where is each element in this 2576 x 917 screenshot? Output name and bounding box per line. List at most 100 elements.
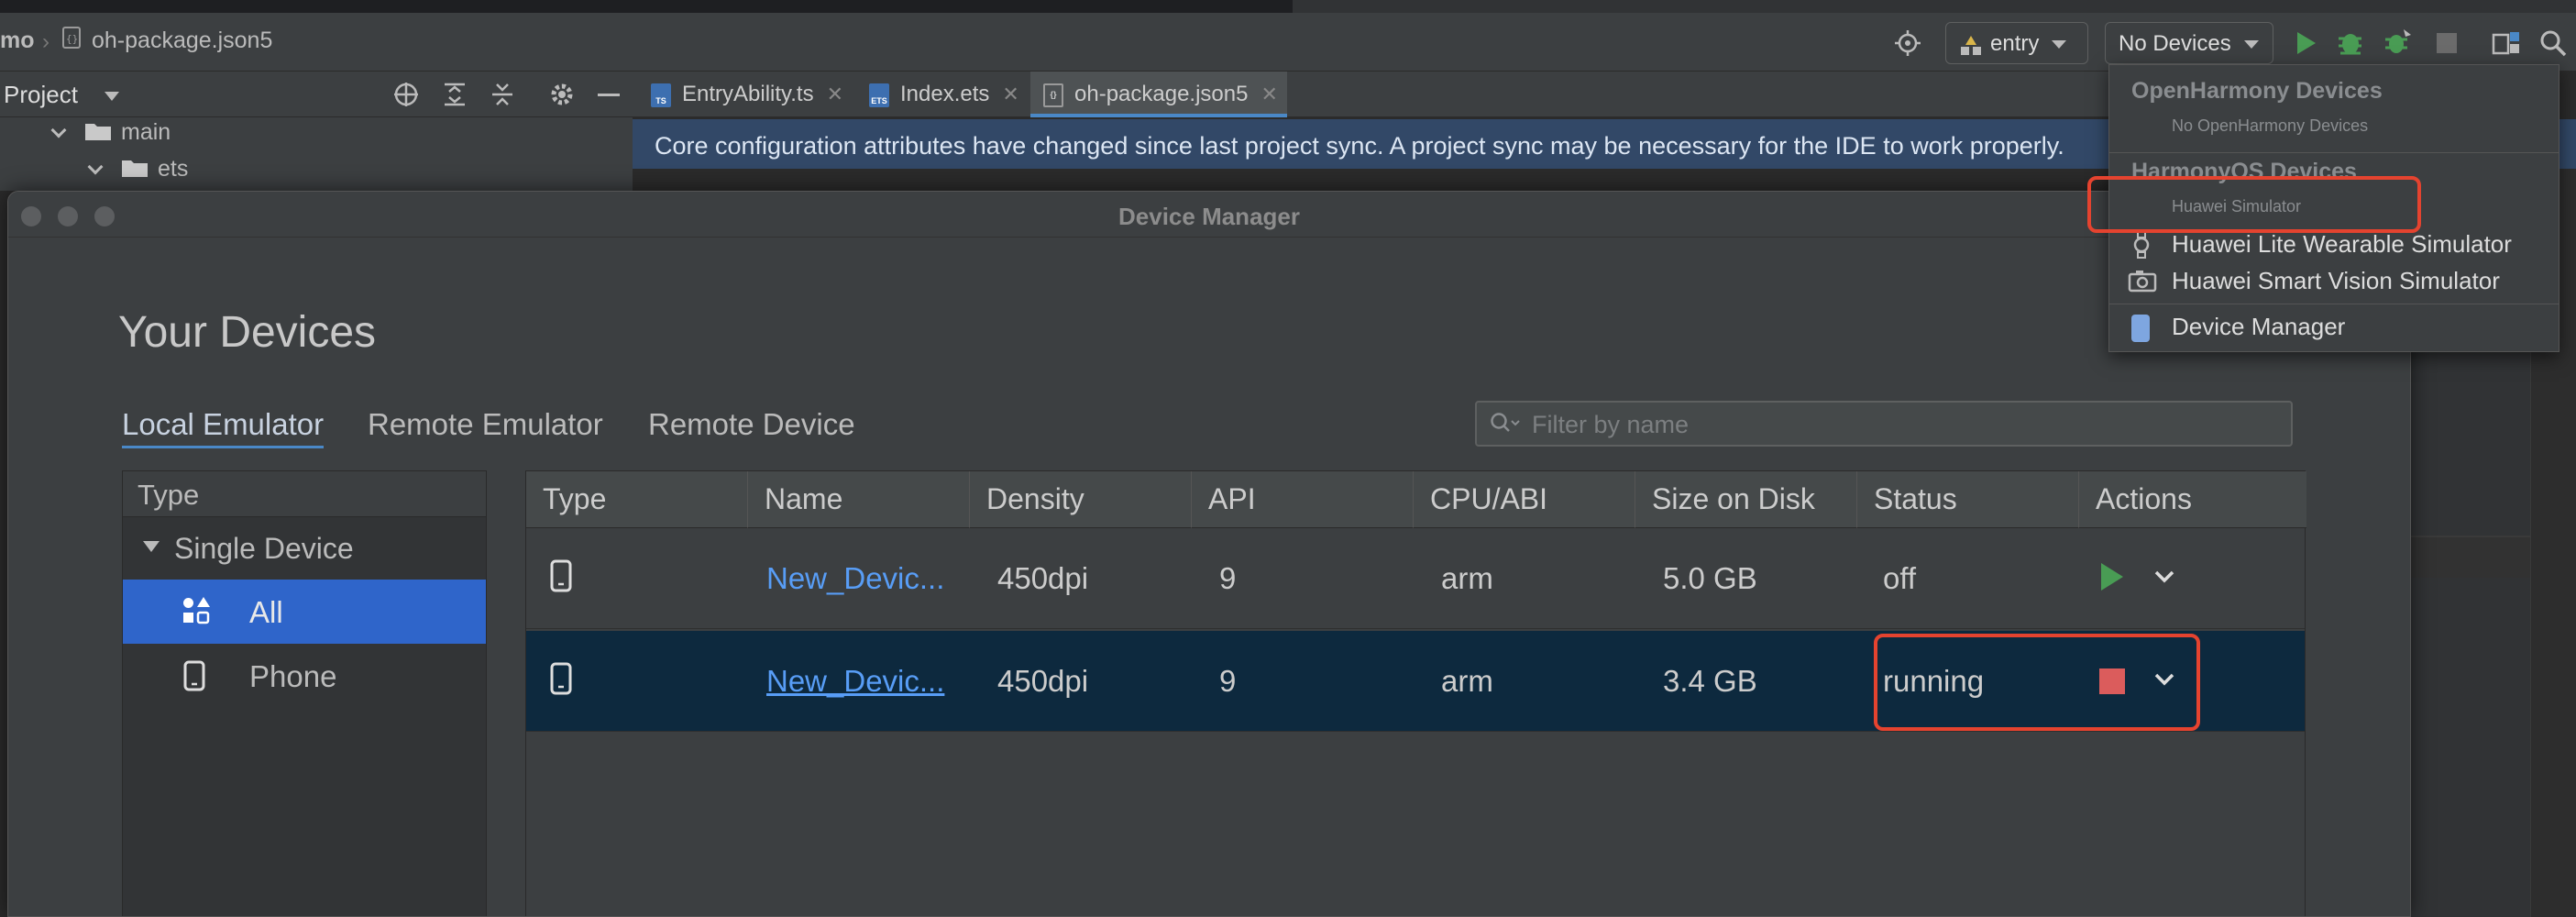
debug-icon[interactable]	[2336, 28, 2365, 57]
type-group-single-device[interactable]: Single Device	[123, 519, 486, 580]
watch-icon	[2133, 231, 2150, 259]
type-panel-header: Type	[123, 471, 486, 517]
filter-placeholder: Filter by name	[1532, 411, 1690, 438]
page-title: Your Devices	[118, 308, 377, 357]
collapse-all-icon[interactable]	[490, 81, 515, 108]
tab-remote-device[interactable]: Remote Device	[648, 407, 855, 442]
column-header-status[interactable]: Status	[1857, 471, 2079, 528]
column-header-density[interactable]: Density	[970, 471, 1192, 528]
editor-tabs: TS EntryAbility.ts ✕ ETS Index.ets ✕ {} oh-pa…	[633, 72, 2108, 117]
tab-label: Index.ets	[900, 82, 990, 106]
device-manager-item[interactable]: Device Manager	[2172, 313, 2345, 341]
phone-icon	[550, 662, 572, 695]
breadcrumb-file[interactable]: oh-package.json5	[92, 28, 272, 54]
menu-separator	[2109, 152, 2559, 153]
column-header-api[interactable]: API	[1192, 471, 1414, 528]
tab-local-emulator[interactable]: Local Emulator	[122, 407, 325, 448]
column-header-type[interactable]: Type	[526, 471, 748, 528]
project-pane-header: Project	[0, 72, 633, 117]
close-icon[interactable]: ✕	[827, 83, 843, 105]
expand-all-icon[interactable]	[442, 81, 468, 108]
device-api: 9	[1219, 664, 1237, 698]
tab-entryability[interactable]: TS EntryAbility.ts ✕	[651, 72, 862, 117]
device-density: 450dpi	[997, 561, 1089, 595]
tab-label: oh-package.json5	[1074, 82, 1249, 106]
smart-vision-simulator-item[interactable]: Huawei Smart Vision Simulator	[2172, 267, 2500, 295]
chevron-down-icon	[143, 541, 160, 552]
device-manager-icon	[2131, 315, 2150, 342]
device-selector[interactable]: No Devices	[2105, 22, 2273, 64]
chevron-down-icon	[87, 159, 104, 175]
search-icon[interactable]	[2539, 29, 2567, 57]
type-item-all[interactable]: All	[123, 580, 486, 644]
hide-pane-icon[interactable]	[598, 94, 620, 96]
column-header-size[interactable]: Size on Disk	[1635, 471, 1857, 528]
folder-icon	[122, 160, 148, 177]
filter-input[interactable]: Filter by name	[1475, 401, 2293, 447]
device-type-panel: Type Single Device All Phone	[122, 470, 487, 916]
tab-index[interactable]: ETS Index.ets ✕	[869, 72, 1043, 117]
search-icon	[1491, 413, 1520, 432]
type-item-phone[interactable]: Phone	[123, 644, 486, 708]
type-panel-header-label: Type	[138, 479, 200, 511]
huawei-simulator-highlight	[2087, 176, 2421, 233]
json-file-icon: {}	[62, 27, 81, 49]
openharmony-devices-header: OpenHarmony Devices	[2131, 78, 2383, 104]
project-pane-title[interactable]: Project	[4, 81, 78, 109]
module-label: entry	[1990, 31, 2040, 56]
tree-item-label: ets	[158, 156, 189, 182]
device-cpu: arm	[1441, 561, 1493, 595]
project-structure-icon[interactable]	[2492, 29, 2521, 57]
tree-item-ets[interactable]: ets	[87, 156, 189, 182]
device-selector-label: No Devices	[2119, 31, 2231, 56]
locate-file-icon[interactable]	[392, 81, 420, 108]
device-size: 5.0 GB	[1663, 561, 1757, 595]
attach-debugger-icon[interactable]	[2383, 28, 2413, 57]
column-header-actions[interactable]: Actions	[2079, 471, 2306, 528]
camera-icon	[2128, 271, 2157, 293]
folder-icon	[85, 124, 111, 140]
sync-banner-text: Core configuration attributes have chang…	[655, 132, 2064, 160]
running-device-highlight	[1874, 634, 2200, 731]
navigation-bar: mo › {} oh-package.json5 entry No Device…	[0, 13, 2576, 72]
device-name-link[interactable]: New_Devic...	[766, 664, 944, 699]
type-item-label: Phone	[249, 659, 337, 693]
wearable-simulator-item[interactable]: Huawei Lite Wearable Simulator	[2172, 230, 2512, 259]
close-icon[interactable]: ✕	[1260, 83, 1277, 105]
chevron-down-icon[interactable]	[105, 92, 119, 101]
column-header-cpu[interactable]: CPU/ABI	[1414, 471, 1635, 528]
run-icon[interactable]	[2294, 29, 2319, 57]
phone-icon	[550, 559, 572, 592]
gear-icon[interactable]	[548, 81, 576, 108]
project-tree: main ets	[0, 117, 633, 191]
locate-target-icon[interactable]	[1894, 29, 1921, 57]
device-api: 9	[1219, 561, 1237, 595]
device-manager-dialog: Device Manager Your Devices Local Emulat…	[7, 191, 2411, 917]
device-status: off	[1883, 561, 1917, 595]
tab-oh-package[interactable]: {} oh-package.json5 ✕	[1030, 72, 1287, 117]
device-cpu: arm	[1441, 664, 1493, 698]
chevron-down-icon	[50, 122, 67, 138]
breadcrumb-separator-icon: ›	[42, 29, 50, 54]
play-icon[interactable]	[2101, 563, 2123, 591]
column-header-name[interactable]: Name	[748, 471, 970, 528]
close-icon[interactable]: ✕	[1002, 83, 1018, 105]
module-selector[interactable]: entry	[1945, 22, 2088, 64]
breadcrumb-project[interactable]: mo	[0, 28, 35, 54]
device-name-link[interactable]: New_Devic...	[766, 561, 944, 596]
tree-item-label: main	[121, 119, 171, 145]
ets-file-icon: ETS	[869, 83, 889, 107]
no-openharmony-devices: No OpenHarmony Devices	[2172, 116, 2369, 135]
tab-remote-emulator[interactable]: Remote Emulator	[368, 407, 603, 442]
tree-item-main[interactable]: main	[50, 119, 171, 146]
stop-icon[interactable]	[2437, 33, 2457, 53]
json-file-icon: {}	[1043, 83, 1063, 107]
table-row[interactable]: New_Devic... 450dpi 9 arm 5.0 GB off	[526, 528, 2305, 629]
typescript-file-icon: TS	[651, 83, 671, 107]
phone-icon	[183, 660, 205, 691]
module-icon	[1961, 35, 1981, 55]
device-density: 450dpi	[997, 664, 1089, 698]
dialog-title: Device Manager	[1118, 203, 1300, 230]
chevron-down-icon	[2243, 40, 2259, 50]
chevron-down-icon[interactable]	[2152, 565, 2176, 589]
